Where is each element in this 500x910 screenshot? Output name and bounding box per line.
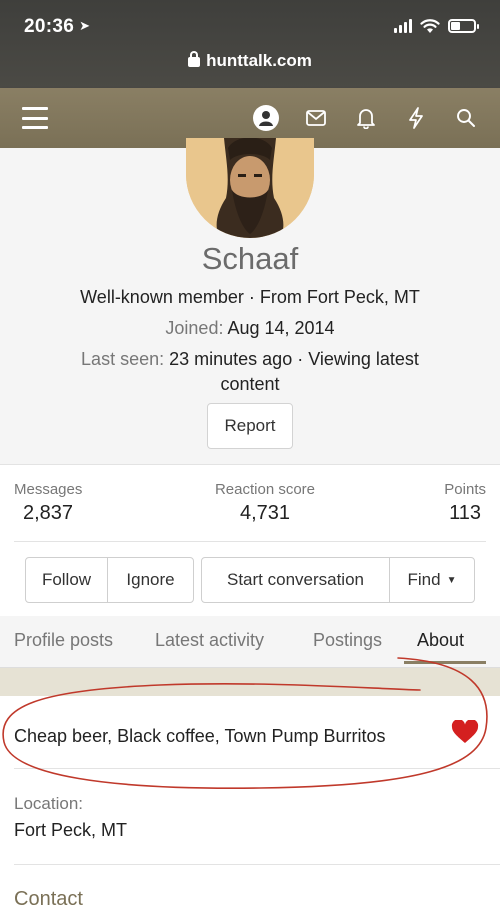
location-arrow-icon: ➤ [79,18,91,33]
user-avatar-icon [253,105,279,131]
tab-profile-posts[interactable]: Profile posts [14,630,113,651]
find-label: Find [407,570,441,589]
divider [14,768,500,769]
section-header-strip [0,668,500,696]
last-seen-label: Last seen: [81,349,165,369]
find-menu-button[interactable]: Find ▼ [389,557,475,603]
username: Schaaf [201,241,299,276]
account-avatar[interactable] [252,104,280,132]
system-status-icons [394,18,479,34]
inbox-icon[interactable] [302,104,330,132]
messages-label: Messages [14,481,83,498]
about-panel: Cheap beer, Black coffee, Town Pump Burr… [0,696,500,910]
url-text: hunttalk.com [206,51,312,70]
whats-new-bolt-icon[interactable] [402,104,430,132]
start-conversation-button[interactable]: Start conversation [201,557,390,603]
points-value[interactable]: 113 [444,502,481,525]
contact-heading: Contact [14,888,83,910]
tab-latest-activity[interactable]: Latest activity [155,630,264,651]
stat-reaction-score: Reaction score 4,731 [206,481,324,525]
last-seen-value-cont: content [220,374,280,394]
joined-value: Aug 14, 2014 [227,318,335,338]
last-seen-value: 23 minutes ago · Viewing latest [169,349,419,369]
heart-emoji-icon [451,720,479,743]
alerts-bell-icon[interactable] [352,104,380,132]
location-label: Location: [14,794,83,813]
search-icon[interactable] [452,104,480,132]
reaction-score-label: Reaction score [214,481,316,498]
status-time: 20:36 ➤ [24,16,91,37]
profile-stats-card: Messages 2,837 Reaction score 4,731 Poin… [0,464,500,616]
ignore-button[interactable]: Ignore [107,557,194,603]
browser-top-bar: 20:36 ➤ hunttalk.com [0,0,500,88]
location-value[interactable]: Fort Peck, MT [14,820,127,841]
follow-button[interactable]: Follow [25,557,108,603]
tab-postings[interactable]: Postings [313,630,382,651]
last-seen-line: Last seen: 23 minutes ago · Viewing late… [0,349,500,370]
user-title-line: Well-known member · From Fort Peck, MT [80,287,420,307]
caret-down-icon: ▼ [446,574,457,586]
joined-label: Joined: [165,318,224,338]
wifi-icon [420,19,440,33]
divider [14,864,500,865]
about-text: Cheap beer, Black coffee, Town Pump Burr… [14,726,386,746]
active-tab-indicator [404,661,486,664]
profile-avatar[interactable] [186,138,314,238]
messages-value[interactable]: 2,837 [23,502,82,525]
points-label: Points [444,481,486,498]
reaction-score-value[interactable]: 4,731 [206,502,324,525]
lock-icon [188,51,201,67]
tab-about[interactable]: About [417,630,464,651]
stat-messages: Messages 2,837 [14,481,82,525]
profile-header: Schaaf Well-known member · From Fort Pec… [0,138,500,464]
stat-points: Points 113 [444,481,486,525]
address-bar[interactable]: hunttalk.com [0,51,500,71]
joined-line: Joined: Aug 14, 2014 [0,318,500,339]
report-button[interactable]: Report [207,403,293,449]
divider [14,541,486,542]
battery-icon [448,19,479,33]
cellular-signal-icon [394,19,412,33]
menu-icon[interactable] [22,107,48,129]
